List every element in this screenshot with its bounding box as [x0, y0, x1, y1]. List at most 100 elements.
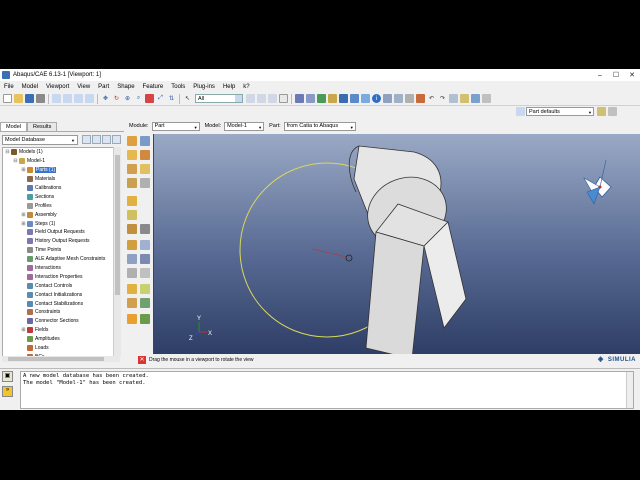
undo-icon[interactable]: ↶	[427, 94, 436, 103]
tile-viewports-icon[interactable]	[63, 94, 72, 103]
tree-item[interactable]: Interactions	[3, 264, 119, 273]
tree-horizontal-scrollbar[interactable]	[2, 356, 120, 362]
partition-cell-icon[interactable]	[127, 210, 137, 220]
select-touching-icon[interactable]	[279, 94, 288, 103]
tree-expander-icon[interactable]: ⊞	[21, 327, 26, 333]
tree-item[interactable]: Sections	[3, 192, 119, 201]
part-manager-icon[interactable]	[140, 136, 150, 146]
print-icon[interactable]	[36, 94, 45, 103]
query-tool-icon[interactable]	[140, 298, 150, 308]
create-round-icon[interactable]	[127, 178, 137, 188]
tab-model[interactable]: Model	[0, 122, 27, 131]
select-inside-icon[interactable]	[268, 94, 277, 103]
maximize-button[interactable]: ☐	[608, 69, 624, 81]
scrollbar-thumb[interactable]	[115, 155, 120, 295]
partition-face-icon[interactable]	[127, 196, 137, 206]
iso-view-icon[interactable]	[328, 94, 337, 103]
info-icon[interactable]: i	[372, 94, 381, 103]
display-group-icon[interactable]	[449, 94, 458, 103]
sketch-manager-icon[interactable]	[140, 240, 150, 250]
display-group-tool-icon[interactable]	[127, 268, 137, 278]
datum-point-icon[interactable]	[127, 224, 137, 234]
new-file-icon[interactable]	[3, 94, 12, 103]
create-part-icon[interactable]	[127, 136, 137, 146]
tree-expander-icon[interactable]: ⊟	[13, 158, 18, 164]
redo-icon[interactable]: ↷	[438, 94, 447, 103]
tree-expander-icon[interactable]: ⊞	[21, 221, 26, 227]
menu-part[interactable]: Part	[94, 84, 113, 90]
render-wireframe-icon[interactable]	[295, 94, 304, 103]
menu-tools[interactable]: Tools	[167, 84, 189, 90]
tree-item[interactable]: Amplitudes	[3, 335, 119, 344]
view-manager-icon[interactable]	[405, 94, 414, 103]
geometry-edit-icon[interactable]	[140, 284, 150, 294]
scrollbar-thumb[interactable]	[8, 357, 104, 361]
message-scrollbar[interactable]	[626, 372, 633, 408]
back-view-icon[interactable]	[350, 94, 359, 103]
datum-axis-icon[interactable]	[140, 224, 150, 234]
repair-tool-icon[interactable]	[127, 284, 137, 294]
mesh-tool-icon[interactable]	[140, 314, 150, 324]
tree-item[interactable]: Calibrations	[3, 184, 119, 193]
feature-manager-icon[interactable]	[140, 178, 150, 188]
color-code-icon[interactable]	[516, 107, 525, 116]
tree-item[interactable]: ⊞ Steps (1)	[3, 219, 119, 228]
tree-item[interactable]: Time Points	[3, 246, 119, 255]
create-wire-icon[interactable]	[127, 164, 137, 174]
color-options-icon[interactable]	[608, 107, 617, 116]
tree-item[interactable]: ⊞ Parts (1)	[3, 166, 119, 175]
cancel-procedure-button[interactable]: ✕	[138, 355, 146, 364]
filter-tree-icon[interactable]	[82, 135, 91, 144]
menu-plug-ins[interactable]: Plug-ins	[189, 84, 219, 90]
command-line-icon[interactable]: »	[2, 386, 13, 397]
viewport-1[interactable]: X Y Z	[153, 134, 640, 354]
assign-section-icon[interactable]	[127, 314, 137, 324]
select-from-list-icon[interactable]	[257, 94, 266, 103]
selection-arrow-icon[interactable]: ↖	[183, 94, 192, 103]
menu-feature[interactable]: Feature	[139, 84, 168, 90]
rotate-icon[interactable]: ↻	[112, 94, 121, 103]
viewport-icon[interactable]	[52, 94, 61, 103]
tree-item[interactable]: Contact Stabilizations	[3, 299, 119, 308]
tree-item[interactable]: ⊟ Model-1	[3, 157, 119, 166]
surface-manager-icon[interactable]	[140, 268, 150, 278]
tree-item[interactable]: ALE Adaptive Mesh Constraints	[3, 255, 119, 264]
cycle-view-icon[interactable]: ⇅	[167, 94, 176, 103]
part-dropdown[interactable]: from Catia to Abaqus ▼	[283, 121, 356, 131]
perspective-icon[interactable]	[383, 94, 392, 103]
tree-item[interactable]: History Output Requests	[3, 237, 119, 246]
menu-file[interactable]: File	[0, 84, 18, 90]
whats-this-help-icon[interactable]: k?	[239, 84, 253, 90]
virtual-topology-icon[interactable]	[127, 298, 137, 308]
cascade-viewports-icon[interactable]	[74, 94, 83, 103]
tree-expander-icon[interactable]: ⊞	[21, 212, 26, 218]
replace-icon[interactable]	[460, 94, 469, 103]
part-defaults-dropdown[interactable]: Part defaults ▼	[526, 107, 594, 116]
tree-expander-icon[interactable]: ⊞	[21, 167, 26, 173]
tree-item[interactable]: Contact Controls	[3, 281, 119, 290]
create-solid-extrude-icon[interactable]	[127, 150, 137, 160]
render-hidden-icon[interactable]	[306, 94, 315, 103]
selection-options-icon[interactable]	[246, 94, 255, 103]
collapse-tree-icon[interactable]	[102, 135, 111, 144]
tree-item[interactable]: Interaction Properties	[3, 272, 119, 281]
zoom-icon[interactable]: ⌕	[134, 94, 143, 103]
model-database-dropdown[interactable]: Model Database ▼	[2, 135, 78, 145]
tree-item[interactable]: Profiles	[3, 201, 119, 210]
tab-results[interactable]: Results	[26, 122, 58, 131]
save-icon[interactable]	[25, 94, 34, 103]
tree-item[interactable]: Field Output Requests	[3, 228, 119, 237]
tree-item[interactable]: Connector Sections	[3, 317, 119, 326]
close-button[interactable]: ✕	[624, 69, 640, 81]
render-shaded-icon[interactable]	[317, 94, 326, 103]
parallel-icon[interactable]	[394, 94, 403, 103]
tree-item[interactable]: Loads	[3, 344, 119, 353]
menu-model[interactable]: Model	[18, 84, 42, 90]
color-mapping-icon[interactable]	[597, 107, 606, 116]
tree-item[interactable]: ⊟ Models (1)	[3, 148, 119, 157]
pan-icon[interactable]: ✥	[101, 94, 110, 103]
tree-options-icon[interactable]	[112, 135, 121, 144]
menu-view[interactable]: View	[73, 84, 94, 90]
tree-expander-icon[interactable]: ⊟	[5, 149, 10, 155]
add-icon[interactable]	[471, 94, 480, 103]
